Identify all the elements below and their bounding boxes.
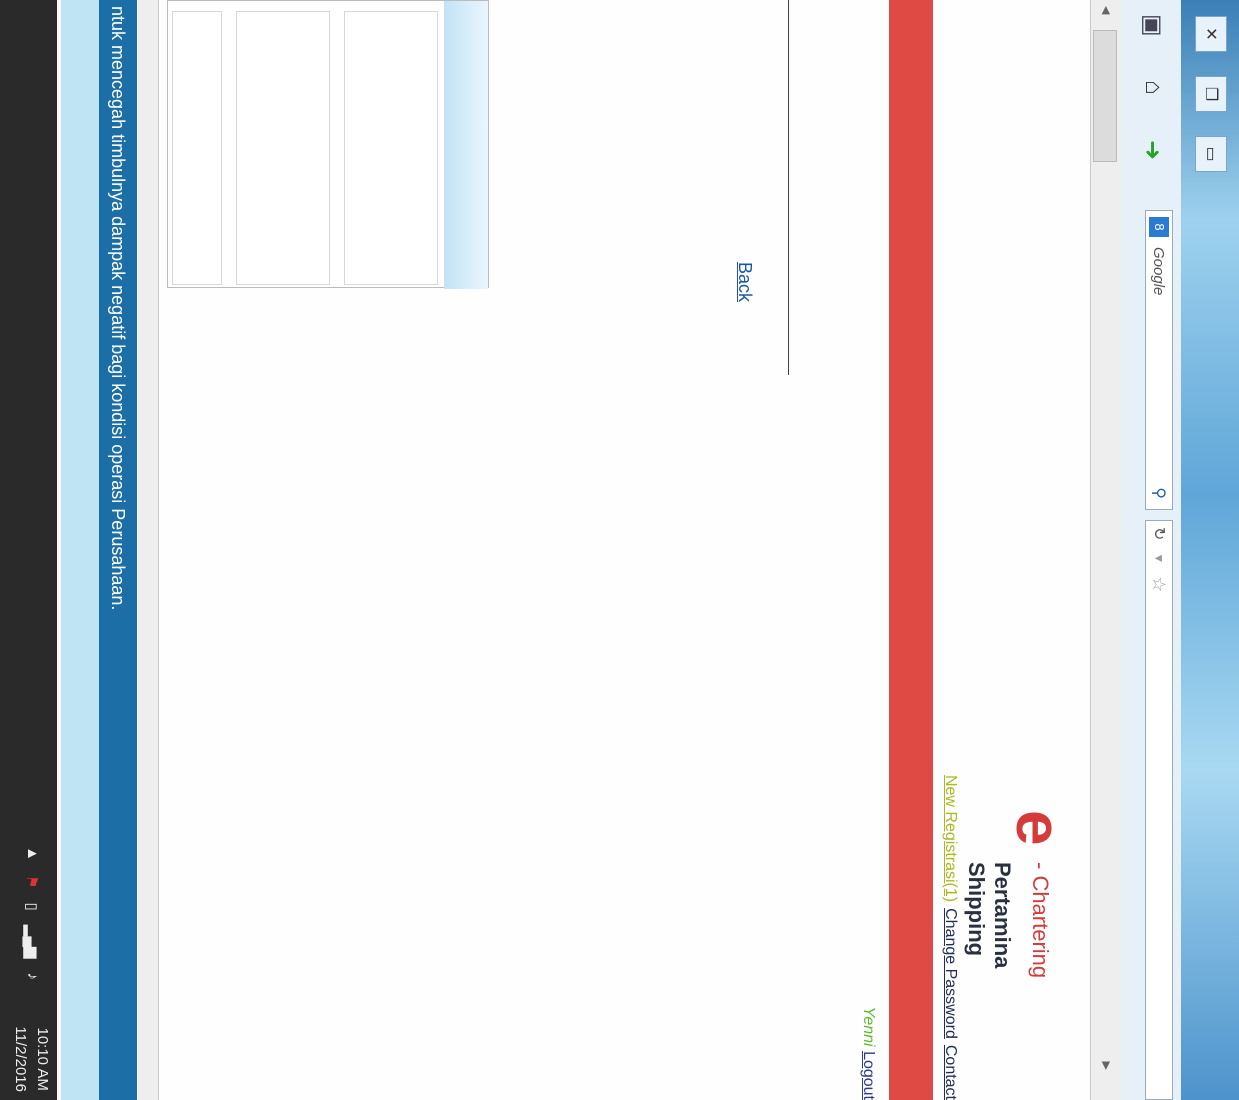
echartering-logo: e - Chartering Pertamina Shipping [951, 810, 1075, 1030]
home-icon[interactable]: ⌂ [1139, 80, 1167, 95]
action-center-icon[interactable]: ⚑ [23, 875, 41, 888]
user-info: Yenni Logout [859, 1007, 877, 1100]
grid-cell[interactable] [172, 11, 222, 285]
refresh-icon[interactable]: ↻ [1149, 527, 1169, 540]
scroll-left-icon[interactable]: ◀ [1100, 6, 1113, 14]
grid-cell[interactable] [236, 11, 330, 285]
menu-bar [889, 0, 933, 1100]
running-text: ntuk mencegah timbulnya dampak negatif b… [99, 0, 137, 1100]
scrollbar-thumb[interactable] [1093, 30, 1117, 162]
vertical-scrollbar[interactable] [138, 0, 159, 1100]
address-bar[interactable]: ↻ ▼ ☆ [1145, 520, 1173, 1100]
top-nav: New Registrasi(1) Change Password Contac… [941, 775, 959, 1100]
show-hidden-icons-icon[interactable]: ▲ [23, 846, 41, 861]
favorite-star-icon[interactable]: ☆ [1149, 576, 1170, 592]
clock-time: 10:10 AM [34, 1027, 51, 1091]
system-tray: ▲ ⚑ ▯ ▂▄▆ ♪ [23, 846, 41, 980]
addon-icon[interactable]: ▣ [1138, 14, 1167, 37]
change-password-link[interactable]: Change Password [941, 908, 959, 1039]
browser-window: ✕ ❐ ▭ ▣ ⌂ ➜ 8 Google ⚲ ↻ ▼ ☆ ◀ ▶ e - Cha… [0, 0, 1239, 1100]
close-icon[interactable]: ✕ [1195, 16, 1227, 52]
screen: ✕ ❐ ▭ ▣ ⌂ ➜ 8 Google ⚲ ↻ ▼ ☆ ◀ ▶ e - Cha… [0, 0, 1239, 1100]
scroll-right-icon[interactable]: ▶ [1100, 1062, 1113, 1070]
signal-icon[interactable]: ▂▄▆ [23, 925, 41, 959]
clock-date: 11/2/2016 [12, 1026, 29, 1092]
search-icon[interactable]: ⚲ [1149, 487, 1169, 499]
logout-link[interactable]: Logout [860, 1051, 877, 1100]
search-box[interactable]: 8 Google ⚲ [1145, 210, 1173, 510]
logo-e-letter: e [1003, 810, 1075, 846]
clock[interactable]: 10:10 AM 11/2/2016 [9, 1026, 53, 1092]
grid-header [444, 1, 488, 289]
new-registration-link[interactable]: New Registrasi(1) [941, 775, 959, 902]
logo-chartering: - Chartering [1028, 862, 1053, 979]
volume-icon[interactable]: ♪ [23, 973, 41, 981]
data-grid [167, 0, 489, 289]
page-content: e - Chartering Pertamina Shipping New Re… [159, 0, 1089, 1100]
search-engine-badge: 8 [1149, 217, 1169, 237]
taskbar: ▲ ⚑ ▯ ▂▄▆ ♪ 10:10 AM 11/2/2016 [0, 0, 57, 1100]
divider [788, 0, 789, 375]
contact-link[interactable]: Contact [941, 1045, 959, 1100]
back-link[interactable]: Back [734, 262, 755, 302]
battery-icon[interactable]: ▯ [23, 903, 41, 911]
logo-pertamina-shipping: Pertamina Shipping [964, 862, 1015, 969]
status-area: ntuk mencegah timbulnya dampak negatif b… [61, 0, 137, 1100]
username: Yenni [860, 1006, 877, 1047]
search-engine-label: Google [1150, 247, 1168, 296]
title-bar: ✕ ❐ ▭ [1181, 0, 1239, 1100]
horizontal-scrollbar[interactable]: ◀ ▶ [1090, 0, 1121, 1100]
minimize-icon[interactable]: ▭ [1195, 136, 1227, 172]
grid-cell[interactable] [344, 11, 438, 285]
forward-arrow-icon[interactable]: ➜ [1138, 140, 1167, 160]
restore-icon[interactable]: ❐ [1195, 76, 1227, 112]
browser-toolbar: ▣ ⌂ ➜ 8 Google ⚲ ↻ ▼ ☆ [1120, 0, 1181, 1100]
dropdown-icon[interactable]: ▼ [1152, 552, 1166, 564]
